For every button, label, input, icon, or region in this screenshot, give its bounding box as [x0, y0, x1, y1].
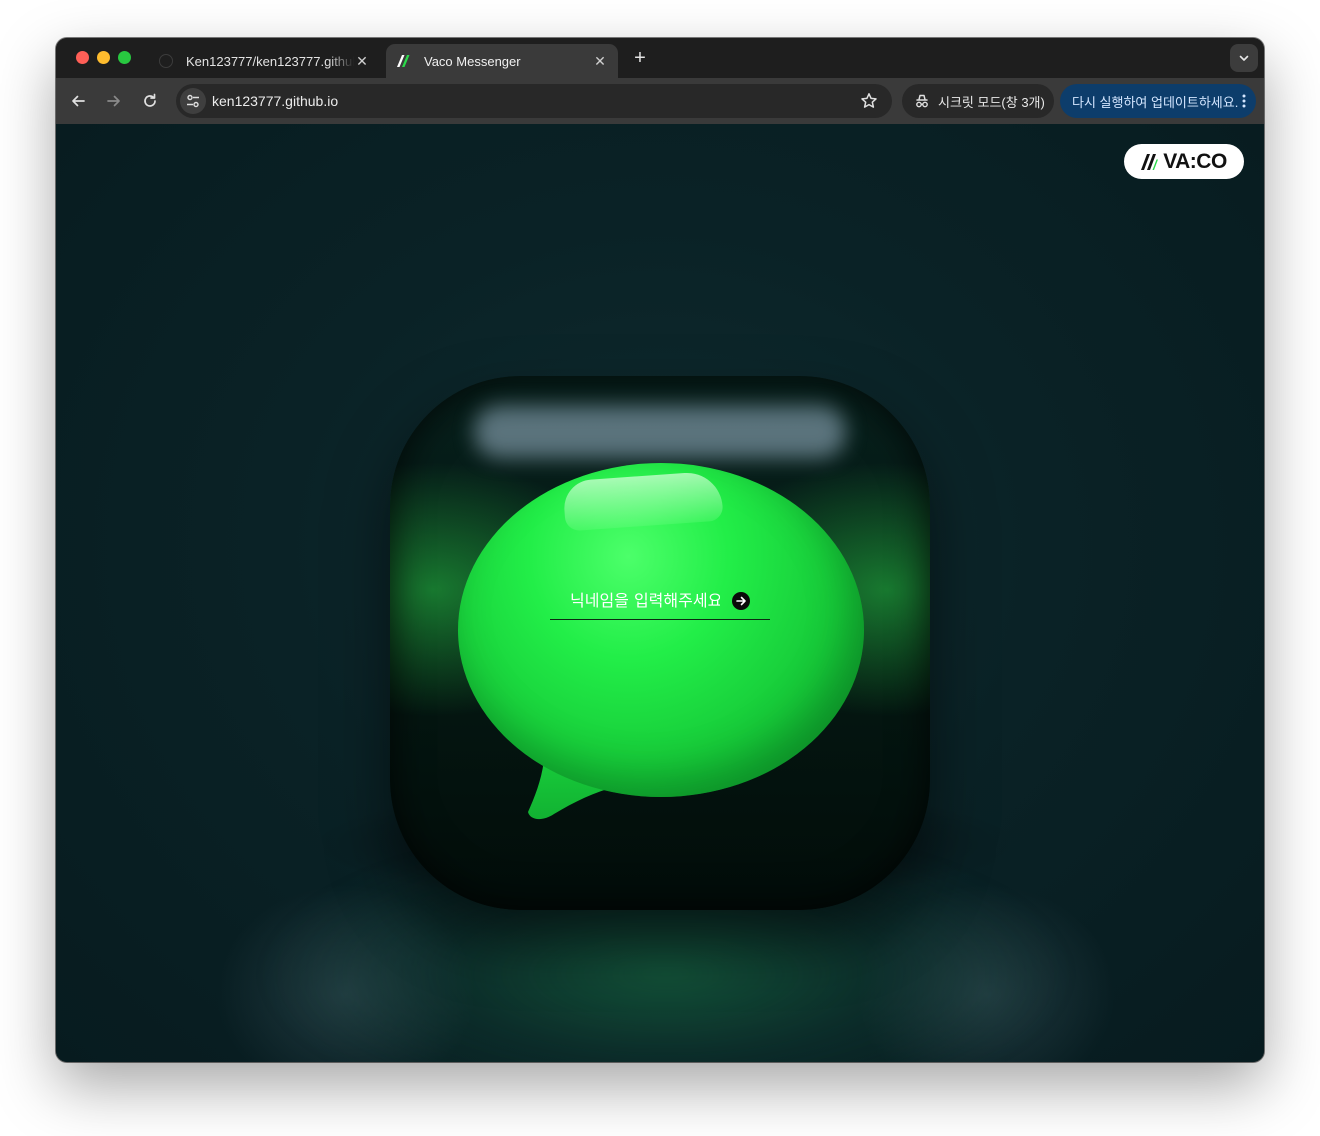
- maximize-window-button[interactable]: [118, 51, 131, 64]
- tab-title: Vaco Messenger: [424, 53, 521, 69]
- github-icon: [158, 53, 174, 69]
- logo-text: VA:CO: [1163, 149, 1227, 173]
- reload-icon: [144, 93, 156, 107]
- tab-github[interactable]: Ken123777/ken123777.github.io ✕: [148, 44, 380, 78]
- tab-strip: Ken123777/ken123777.github.io ✕ Vaco Mes…: [56, 38, 1264, 78]
- url-text: ken123777.github.io: [212, 93, 339, 109]
- submit-nickname-button[interactable]: [732, 591, 750, 610]
- nickname-input[interactable]: [570, 591, 720, 610]
- forward-button[interactable]: [102, 89, 126, 113]
- tab-vaco-messenger[interactable]: Vaco Messenger ✕: [386, 44, 618, 78]
- vaco-favicon-icon: [396, 53, 412, 69]
- reload-button[interactable]: [138, 89, 162, 113]
- close-tab-icon[interactable]: ✕: [354, 53, 370, 70]
- tune-icon: [187, 94, 199, 108]
- minimize-window-button[interactable]: [97, 51, 110, 64]
- arrow-right-icon: [107, 95, 120, 107]
- new-tab-button[interactable]: +: [628, 47, 652, 71]
- site-settings-button[interactable]: [176, 84, 210, 118]
- window-controls: [76, 51, 131, 64]
- address-bar[interactable]: ken123777.github.io: [176, 84, 892, 118]
- arrow-right-icon: [736, 596, 746, 605]
- incognito-icon: [916, 94, 928, 108]
- more-vert-icon[interactable]: [1242, 93, 1246, 109]
- browser-toolbar: ken123777.github.io 시크릿 모드(창 3개) 다시 실행하여…: [56, 78, 1264, 124]
- vaco-logo-mark-icon: [1141, 153, 1159, 170]
- close-window-button[interactable]: [76, 51, 89, 64]
- tab-search-button[interactable]: [1230, 44, 1258, 72]
- page-content: VA:CO: [56, 124, 1264, 1062]
- update-label: 다시 실행하여 업데이트하세요.: [1072, 94, 1239, 110]
- nickname-form: [550, 582, 770, 620]
- browser-window: Ken123777/ken123777.github.io ✕ Vaco Mes…: [56, 38, 1264, 1062]
- close-tab-icon[interactable]: ✕: [592, 53, 608, 70]
- arrow-left-icon: [72, 95, 85, 107]
- back-button[interactable]: [66, 89, 90, 113]
- incognito-label: 시크릿 모드(창 3개): [938, 94, 1045, 110]
- incognito-indicator[interactable]: 시크릿 모드(창 3개): [902, 84, 1054, 118]
- tile-highlight: [474, 406, 846, 458]
- bookmark-star-icon[interactable]: [860, 92, 878, 115]
- vaco-logo[interactable]: VA:CO: [1124, 144, 1244, 179]
- chevron-down-icon: [1239, 55, 1249, 61]
- update-restart-button[interactable]: 다시 실행하여 업데이트하세요.: [1060, 84, 1256, 118]
- tab-title: Ken123777/ken123777.github.io: [186, 53, 354, 69]
